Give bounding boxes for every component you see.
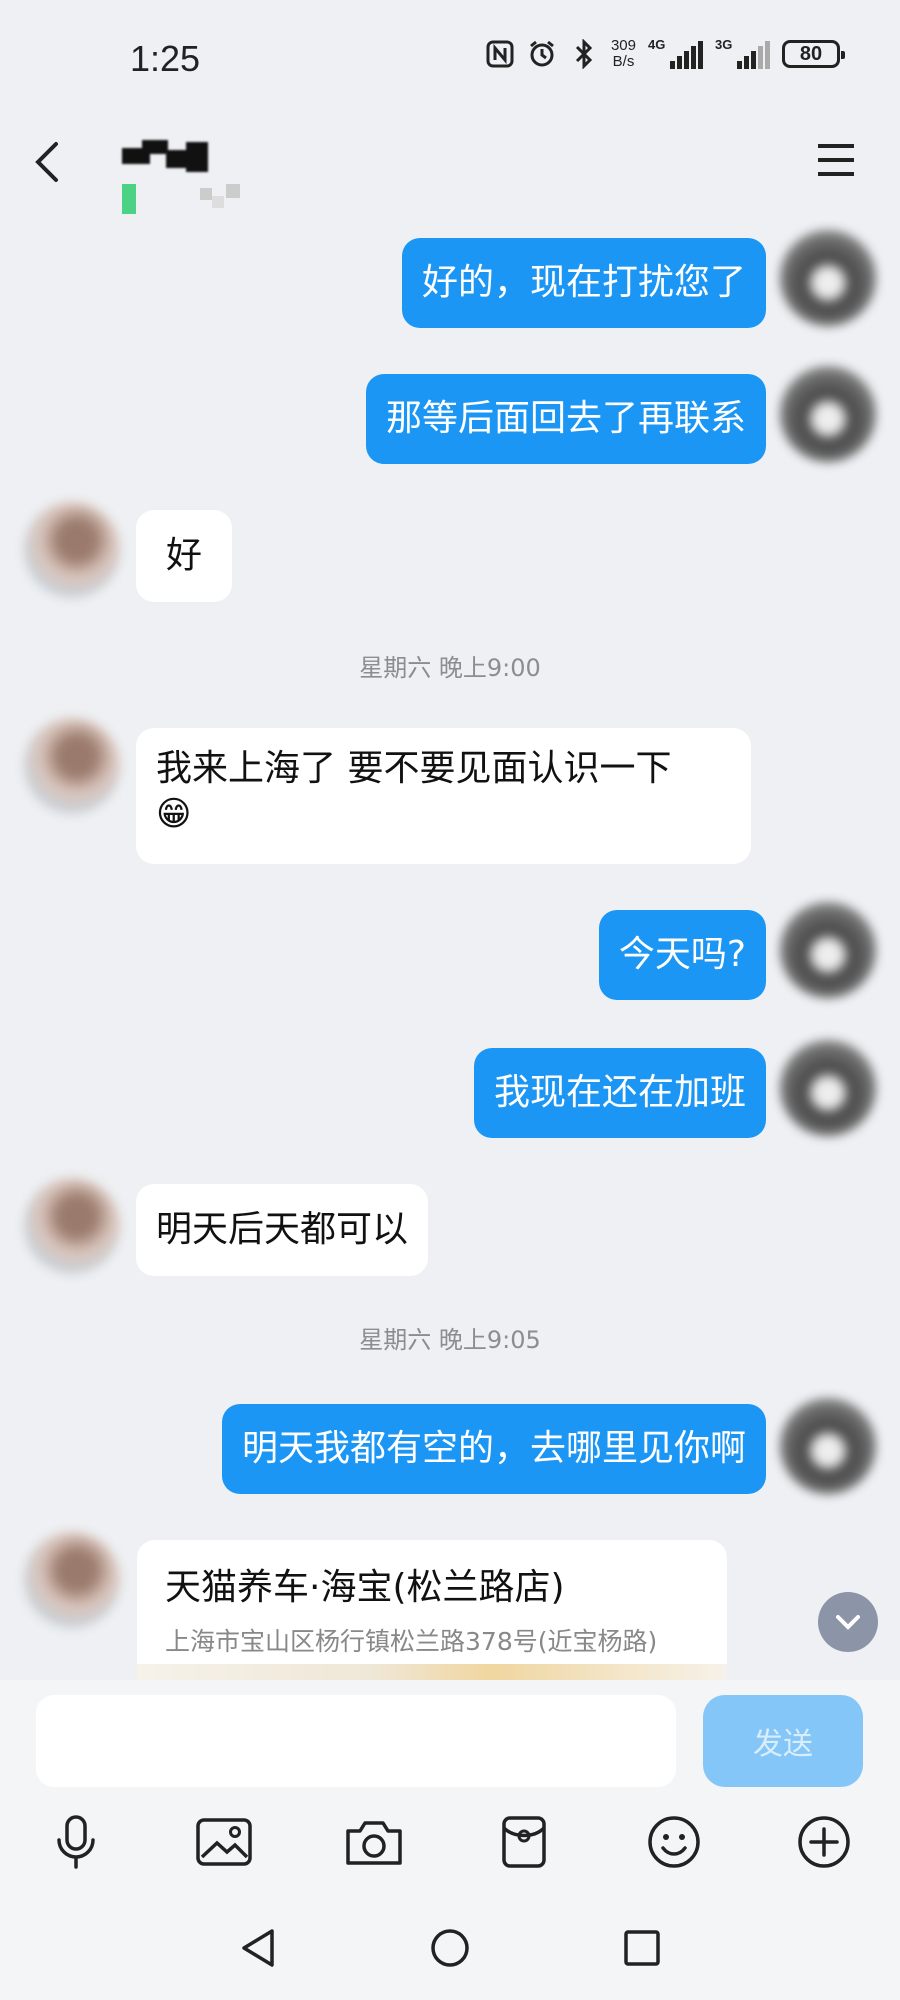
- net-speed-value: 309: [610, 37, 636, 54]
- bluetooth-icon: [569, 39, 599, 69]
- grin-emoji-icon: 😁: [156, 794, 192, 834]
- menu-button[interactable]: [816, 140, 856, 180]
- status-icons: 309 B/s 4G 3G 80: [485, 37, 845, 70]
- timestamp: 星期六 晚上9:05: [359, 1326, 541, 1354]
- contact-name-redacted: [122, 140, 212, 174]
- location-card[interactable]: 天猫养车·海宝(松兰路店) 上海市宝山区杨行镇松兰路378号(近宝杨路): [137, 1540, 727, 1680]
- message-bubble-contact[interactable]: 明天后天都可以: [136, 1184, 429, 1276]
- message-text: 我来上海了 要不要见面认识一下: [156, 748, 672, 789]
- avatar-self[interactable]: [780, 1398, 876, 1494]
- message-bubble-contact[interactable]: 我来上海了 要不要见面认识一下 😁: [136, 728, 751, 864]
- camera-button[interactable]: [342, 1810, 406, 1874]
- scroll-to-bottom-button[interactable]: [818, 1592, 878, 1652]
- nfc-icon: [485, 39, 515, 69]
- voice-button[interactable]: [44, 1810, 108, 1874]
- message-bubble-self[interactable]: 明天我都有空的，去哪里见你啊: [221, 1404, 766, 1494]
- avatar-self[interactable]: [780, 902, 876, 998]
- circle-home-icon: [431, 1929, 469, 1967]
- camera-icon: [346, 1821, 402, 1865]
- system-recents-button[interactable]: [612, 1918, 672, 1978]
- send-button[interactable]: 发送: [703, 1695, 863, 1787]
- net-speed-unit: B/s: [612, 53, 635, 70]
- plus-icon: [798, 1816, 850, 1868]
- chevron-left-icon: [35, 142, 58, 182]
- signal-4g: 4G: [648, 37, 703, 69]
- net-speed: 309 B/s: [611, 38, 636, 70]
- avatar-self[interactable]: [780, 366, 876, 462]
- alarm-icon: [527, 39, 557, 69]
- system-home-button[interactable]: [420, 1918, 480, 1978]
- emoji-icon: [648, 1816, 700, 1868]
- message-bubble-self[interactable]: 我现在还在加班: [473, 1048, 766, 1138]
- avatar-self[interactable]: [780, 1040, 876, 1136]
- location-address: 上海市宝山区杨行镇松兰路378号(近宝杨路): [165, 1627, 658, 1656]
- back-button[interactable]: [28, 132, 68, 192]
- avatar-self[interactable]: [780, 230, 876, 326]
- avatar-contact[interactable]: [24, 718, 120, 814]
- message-bubble-contact[interactable]: 好: [136, 510, 233, 602]
- signal-3g-label: 3G: [715, 37, 733, 52]
- status-time: 1:25: [130, 38, 201, 79]
- chevron-down-icon: [836, 1615, 860, 1630]
- more-button[interactable]: [792, 1810, 856, 1874]
- avatar-contact[interactable]: [24, 502, 120, 598]
- image-icon: [196, 1818, 252, 1866]
- message-bubble-self[interactable]: 今天吗?: [598, 910, 766, 1000]
- square-recents-icon: [624, 1930, 660, 1966]
- timestamp: 星期六 晚上9:00: [359, 654, 541, 682]
- hamburger-menu-icon: [818, 144, 854, 176]
- message-bubble-self[interactable]: 好的，现在打扰您了: [401, 238, 766, 328]
- battery-indicator: 80: [782, 40, 845, 68]
- red-packet-icon: [502, 1816, 546, 1868]
- triangle-back-icon: [242, 1929, 274, 1967]
- contact-status-redacted: [122, 182, 252, 216]
- message-input[interactable]: [36, 1695, 676, 1787]
- signal-4g-label: 4G: [648, 37, 666, 52]
- avatar-contact[interactable]: [24, 1178, 120, 1274]
- message-bubble-self[interactable]: 那等后面回去了再联系: [365, 374, 766, 464]
- image-button[interactable]: [192, 1810, 256, 1874]
- red-packet-button[interactable]: [492, 1810, 556, 1874]
- emoji-button[interactable]: [642, 1810, 706, 1874]
- signal-3g: 3G: [715, 37, 770, 69]
- location-title: 天猫养车·海宝(松兰路店): [165, 1567, 565, 1608]
- location-map-preview: [137, 1664, 727, 1680]
- status-bar: 1:25 309 B/s 4G 3G 80: [0, 0, 900, 120]
- avatar-contact[interactable]: [24, 1532, 120, 1628]
- microphone-icon: [57, 1815, 95, 1869]
- system-back-button[interactable]: [228, 1918, 288, 1978]
